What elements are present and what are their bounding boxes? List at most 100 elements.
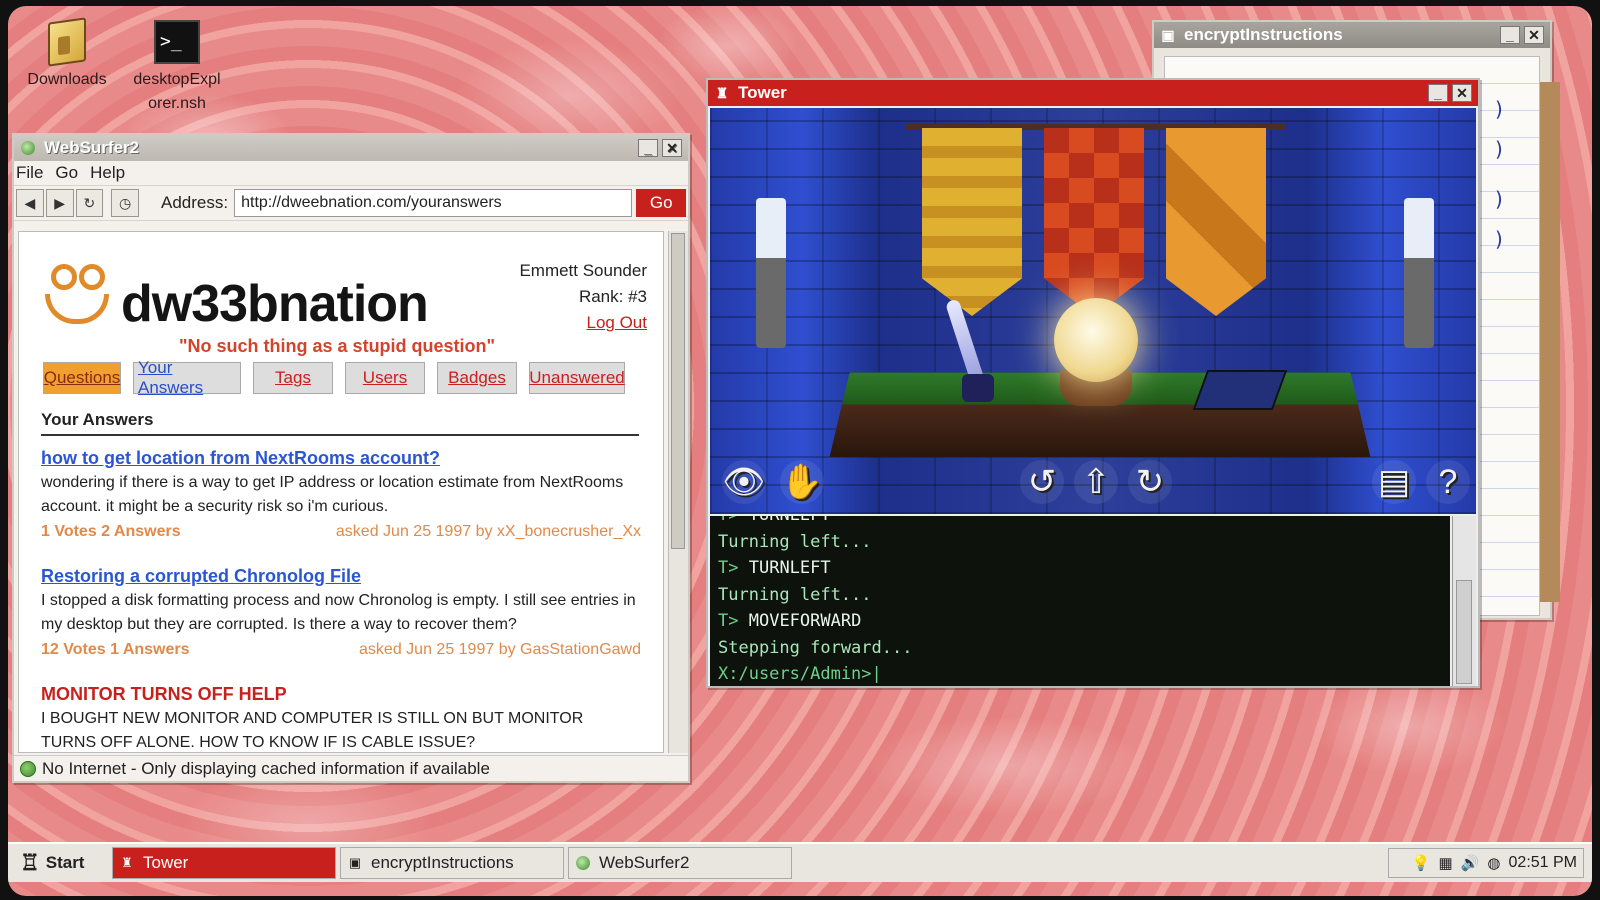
encrypt-titlebar[interactable]: ▣ encryptInstructions _ ✕ (1154, 22, 1550, 48)
system-tray: 💡 ▦ 🔊 ◍ 02:51 PM (1388, 848, 1584, 878)
page-scrollbar[interactable] (668, 231, 688, 753)
user-rank: Rank: #3 (578, 287, 647, 306)
document-icon: ▣ (348, 855, 362, 870)
tab-questions[interactable]: Questions (43, 362, 121, 394)
terminal-icon: >_ (154, 20, 200, 64)
refresh-icon[interactable]: ↻ (75, 189, 104, 217)
taskbar-item-encrypt[interactable]: ▣ encryptInstructions (340, 847, 564, 879)
eye-icon[interactable]: 👁 (722, 460, 766, 504)
crystal-orb[interactable] (1054, 298, 1138, 382)
turn-left-icon[interactable]: ↺ (1020, 460, 1064, 504)
window-title: Tower (738, 83, 787, 102)
start-label: Start (45, 853, 85, 872)
handwriting-mark: ) (1495, 137, 1503, 161)
console-scrollbar[interactable] (1452, 516, 1476, 686)
tower-window: ♜ Tower _ ✕ 👁 ✋ ↺ ⇧ ↻ ▤ ? T> (706, 78, 1480, 688)
globe-icon[interactable]: ◍ (1487, 854, 1500, 872)
question-item: Restoring a corrupted Chronolog File I s… (41, 566, 641, 659)
asked-info: asked Jun 25 1997 by xX_bonecrusher_Xx (335, 523, 641, 540)
window-title: WebSurfer2 (44, 138, 140, 157)
banner-red (1044, 128, 1144, 316)
tab-unanswered[interactable]: Unanswered (529, 362, 625, 394)
console-prompt[interactable]: X:/users/Admin>| (718, 661, 1442, 686)
minimize-button[interactable]: _ (1428, 84, 1448, 102)
document-icon: ▣ (1161, 26, 1175, 43)
tower-titlebar[interactable]: ♜ Tower _ ✕ (708, 80, 1478, 106)
close-button[interactable]: ✕ (662, 139, 682, 157)
tab-tags[interactable]: Tags (253, 362, 333, 394)
handwriting-mark: ) (1495, 97, 1503, 121)
tower-icon: ♜ (121, 855, 133, 870)
user-box: Emmett Sounder Rank: #3 Log Out (519, 258, 647, 336)
question-title-link[interactable]: MONITOR TURNS OFF HELP (41, 684, 641, 705)
taskbar-item-websurfer[interactable]: WebSurfer2 (568, 847, 792, 879)
logo-mascot-icon (39, 260, 117, 330)
help-icon[interactable]: ? (1426, 460, 1470, 504)
notes-icon[interactable]: ▤ (1372, 460, 1416, 504)
console-line: Turning left... (718, 584, 872, 605)
desktop-icon-label: desktopExpl (133, 71, 221, 88)
torch-left (756, 198, 786, 348)
folder-icon (48, 17, 86, 67)
menu-go[interactable]: Go (55, 163, 78, 183)
question-title-link[interactable]: Restoring a corrupted Chronolog File (41, 566, 641, 587)
desktop-icon-downloads[interactable]: Downloads (12, 17, 122, 92)
websurfer-titlebar[interactable]: WebSurfer2 _ ✕ (14, 135, 688, 161)
globe-icon (575, 855, 591, 871)
question-body: wondering if there is a way to get IP ad… (41, 474, 624, 515)
back-button[interactable]: ◀ (16, 189, 44, 217)
address-input[interactable] (234, 189, 633, 217)
torch-right (1404, 198, 1434, 348)
tab-users[interactable]: Users (345, 362, 425, 394)
move-forward-icon[interactable]: ⇧ (1074, 460, 1118, 504)
turn-right-icon[interactable]: ↻ (1128, 460, 1172, 504)
vote-count: 1 Votes 2 Answers (41, 523, 181, 540)
websurfer-window: WebSurfer2 _ ✕ File Go Help ◀ ▶ ↻ ◷ Addr… (12, 133, 690, 783)
inkwell[interactable] (962, 374, 994, 402)
scrollbar-thumb[interactable] (1456, 580, 1472, 684)
tab-your-answers[interactable]: Your Answers (133, 358, 241, 397)
question-item: MONITOR TURNS OFF HELP I BOUGHT NEW MONI… (41, 684, 641, 752)
vote-count: 12 Votes 1 Answers (41, 641, 190, 658)
question-title-link[interactable]: how to get location from NextRooms accou… (41, 448, 641, 469)
taskbar-item-tower[interactable]: ♜ Tower (112, 847, 336, 879)
site-tagline: "No such thing as a stupid question" (179, 336, 496, 356)
handwriting-mark: ) (1495, 187, 1503, 211)
lightbulb-icon[interactable]: 💡 (1412, 854, 1431, 872)
tab-badges[interactable]: Badges (437, 362, 517, 394)
history-icon[interactable]: ◷ (111, 189, 139, 217)
volume-icon[interactable]: 🔊 (1461, 854, 1480, 872)
window-title: encryptInstructions (1184, 25, 1343, 44)
address-label: Address: (161, 193, 229, 212)
status-bar: No Internet - Only displaying cached inf… (14, 755, 688, 781)
globe-icon (20, 760, 36, 777)
logout-link[interactable]: Log Out (519, 310, 648, 336)
site-logo-text: dw33bnation (121, 275, 429, 333)
menu-help[interactable]: Help (90, 163, 125, 183)
minimize-button[interactable]: _ (638, 139, 658, 157)
network-icon[interactable]: ▦ (1439, 854, 1453, 872)
scrollbar-thumb[interactable] (671, 233, 685, 549)
tower-icon: ♜ (715, 84, 729, 101)
minimize-button[interactable]: _ (1500, 26, 1520, 44)
spellbook[interactable] (1192, 370, 1288, 410)
user-name: Emmett Sounder (519, 261, 647, 280)
console-line: Turning left... (718, 531, 872, 552)
clock: 02:51 PM (1508, 854, 1577, 871)
console-line: T> TURNLEFT (718, 558, 831, 578)
close-button[interactable]: ✕ (1452, 84, 1472, 102)
close-button[interactable]: ✕ (1524, 26, 1544, 44)
hand-icon[interactable]: ✋ (780, 460, 824, 504)
menu-file[interactable]: File (16, 163, 43, 183)
question-body: I stopped a disk formatting process and … (41, 592, 636, 633)
go-button[interactable]: Go (636, 189, 686, 217)
desktop-icon-desktopexplorer[interactable]: >_ desktopExpl orer.nsh (122, 20, 232, 116)
game-console[interactable]: T> TURNLEFT Turning left... T> TURNLEFT Tur… (710, 516, 1450, 686)
site-logo: dw33bnation (39, 260, 429, 333)
status-text: No Internet - Only displaying cached inf… (42, 758, 490, 778)
question-meta: 1 Votes 2 Answers asked Jun 25 1997 by x… (41, 523, 641, 541)
game-viewport[interactable]: 👁 ✋ ↺ ⇧ ↻ ▤ ? (710, 108, 1476, 514)
desktop-icon-label: Downloads (27, 71, 107, 88)
forward-button[interactable]: ▶ (45, 189, 74, 217)
start-button[interactable]: ♖ Start (14, 847, 108, 879)
